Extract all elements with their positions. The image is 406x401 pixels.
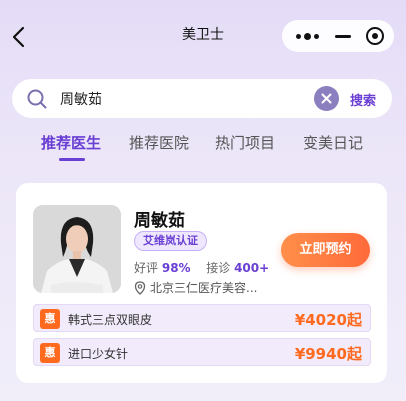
book-now-button[interactable]: 立即预约 — [281, 233, 370, 267]
search-bar: 周敏茹 搜索 — [12, 79, 392, 118]
project-name: 韩式三点双眼皮 — [68, 313, 153, 327]
doctor-location: 北京三仁医疗美容... — [134, 279, 257, 296]
doctor-card[interactable]: 周敏茹 艾维岚认证 好评 98% 接诊 400+ 北京三仁医疗美容... 立即预… — [16, 183, 387, 383]
project-price: ¥4020起 — [294, 311, 362, 329]
more-dots-icon[interactable] — [296, 32, 319, 40]
tab-recommended-doctors[interactable]: 推荐医生 — [41, 132, 101, 153]
doctor-avatar — [33, 205, 121, 293]
tab-popular-projects[interactable]: 热门项目 — [215, 132, 275, 153]
top-bar: 美卫士 — [0, 0, 406, 74]
category-tabs: 推荐医生 推荐医院 热门项目 变美日记 — [0, 132, 406, 162]
location-text: 北京三仁医疗美容... — [150, 281, 258, 295]
clear-icon — [321, 93, 332, 104]
doctor-stats: 好评 98% 接诊 400+ — [134, 259, 269, 276]
rating-label: 好评 — [134, 261, 159, 275]
target-icon[interactable] — [366, 27, 384, 45]
miniprogram-capsule — [282, 20, 394, 52]
discount-icon: 惠 — [40, 309, 60, 329]
project-item[interactable]: 惠 韩式三点双眼皮 ¥4020起 — [33, 304, 371, 332]
tab-recommended-hospitals[interactable]: 推荐医院 — [129, 132, 189, 153]
active-tab-indicator — [59, 158, 85, 161]
rating-value: 98% — [161, 261, 191, 275]
certification-badge: 艾维岚认证 — [134, 231, 207, 251]
project-name: 进口少女针 — [68, 347, 129, 361]
location-pin-icon — [134, 280, 146, 295]
search-input[interactable]: 周敏茹 — [60, 89, 102, 109]
tab-beauty-diary[interactable]: 变美日记 — [303, 132, 363, 153]
consult-label: 接诊 — [206, 261, 231, 275]
discount-icon: 惠 — [40, 343, 60, 363]
project-item[interactable]: 惠 进口少女针 ¥9940起 — [33, 338, 371, 366]
search-button[interactable]: 搜索 — [350, 90, 376, 109]
doctor-photo — [33, 205, 121, 293]
search-icon — [27, 89, 47, 109]
clear-search-button[interactable] — [314, 86, 339, 111]
consult-value: 400+ — [234, 261, 270, 275]
minus-icon[interactable] — [334, 34, 351, 38]
doctor-name: 周敏茹 — [134, 211, 185, 231]
project-price: ¥9940起 — [294, 345, 362, 363]
